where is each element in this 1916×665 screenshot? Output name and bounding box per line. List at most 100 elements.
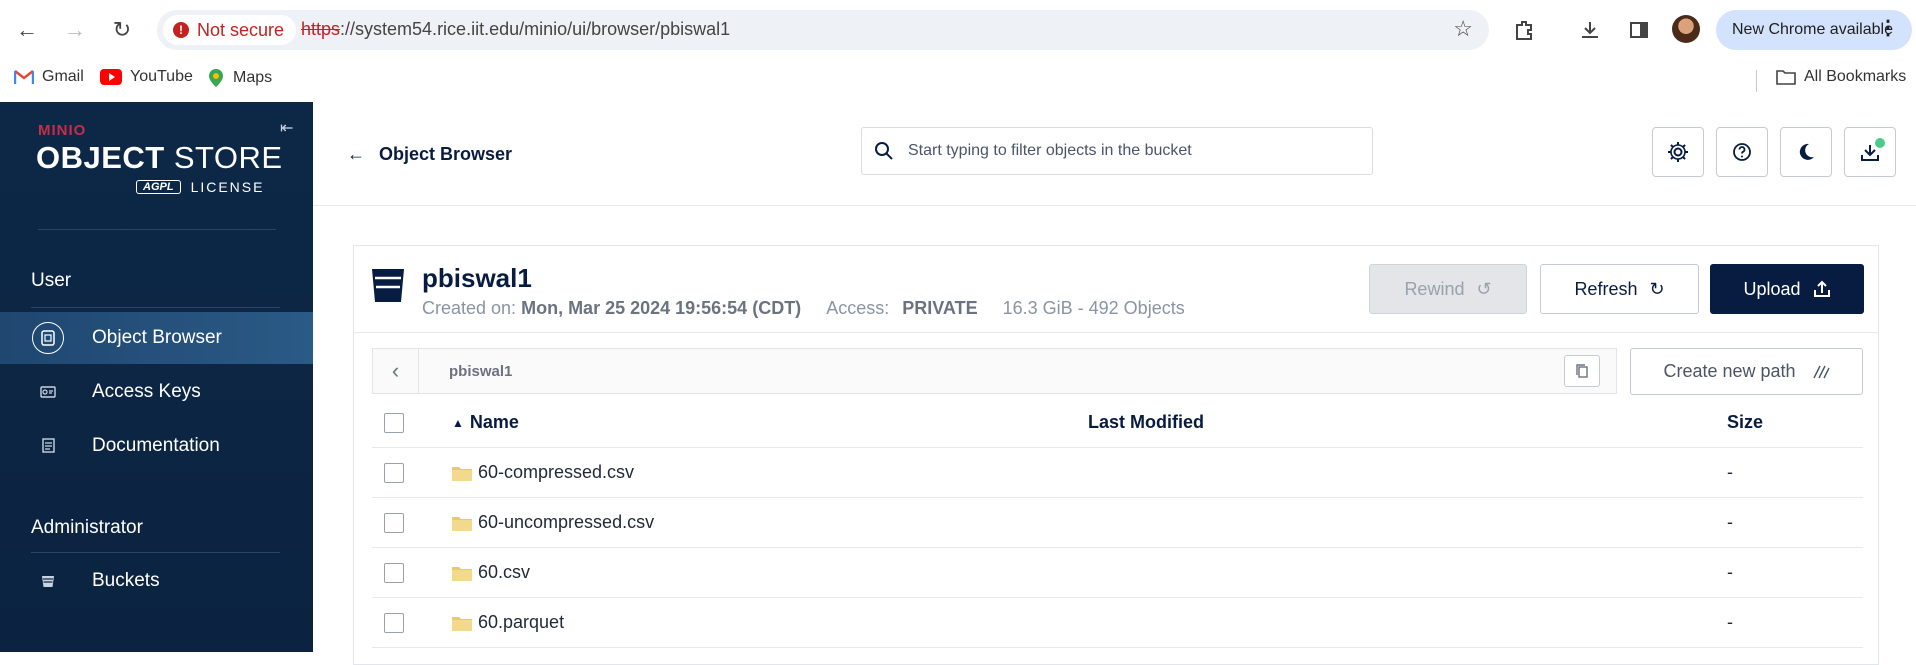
license-label: LICENSE <box>190 179 265 195</box>
bookmark-star-icon[interactable]: ☆ <box>1453 16 1473 42</box>
folder-outline-icon <box>1776 70 1796 85</box>
bookmark-youtube[interactable]: YouTube <box>100 68 193 86</box>
help-button[interactable] <box>1716 127 1768 177</box>
folder-icon <box>452 566 472 581</box>
sidebar-item-buckets[interactable]: Buckets <box>0 555 313 607</box>
access-keys-icon <box>32 376 64 408</box>
table-header: ▲ Name Last Modified Size <box>372 398 1863 448</box>
browser-toolbar: ← → ↻ ! Not secure https://system54.rice… <box>0 0 1916 60</box>
back-to-object-browser[interactable]: ← Object Browser <box>347 144 512 165</box>
more-menu-icon[interactable]: ⋮ <box>1878 18 1898 38</box>
minio-logo: MINIO <box>38 122 87 139</box>
youtube-icon <box>100 69 122 85</box>
buckets-icon <box>32 565 64 597</box>
dark-mode-icon <box>1799 143 1814 160</box>
folder-icon <box>452 516 472 531</box>
column-name[interactable]: ▲ Name <box>452 412 519 433</box>
documentation-icon <box>32 430 64 462</box>
chrome-update-button[interactable]: New Chrome available ⋮ <box>1716 10 1912 50</box>
download-icon[interactable] <box>1574 14 1606 46</box>
not-secure-label: Not secure <box>197 19 285 40</box>
sidebar-item-label: Object Browser <box>92 327 222 348</box>
dark-mode-button[interactable] <box>1780 127 1832 177</box>
rewind-icon: ↺ <box>1476 278 1492 299</box>
url-scheme: https <box>301 19 341 39</box>
upload-label: Upload <box>1743 278 1801 299</box>
sidebar-item-label: Access Keys <box>92 381 201 402</box>
forward-arrow-icon[interactable]: → <box>59 14 91 46</box>
sidebar-item-access-keys[interactable]: Access Keys <box>0 366 313 418</box>
back-arrow-icon[interactable]: ← <box>11 14 43 46</box>
sidebar-item-documentation[interactable]: Documentation <box>0 420 313 472</box>
logo-divider <box>38 229 276 230</box>
sidebar-item-label: Buckets <box>92 570 160 591</box>
refresh-icon: ↻ <box>1649 278 1665 299</box>
column-size[interactable]: Size <box>1727 412 1763 433</box>
copy-path-button[interactable] <box>1564 355 1600 387</box>
row-size: - <box>1727 612 1733 632</box>
profile-avatar[interactable] <box>1672 15 1700 43</box>
upload-icon <box>1813 280 1830 297</box>
sidebar-item-object-browser[interactable]: Object Browser <box>0 312 313 364</box>
product-name-rest: STORE <box>164 140 283 175</box>
bookmarks-divider <box>1756 70 1757 92</box>
refresh-button[interactable]: Refresh ↻ <box>1540 264 1699 314</box>
objects-table: ▲ Name Last Modified Size 60-compressed.c… <box>372 398 1863 648</box>
new-path-icon <box>1812 365 1830 378</box>
table-row[interactable]: 60-compressed.csv - <box>372 448 1863 498</box>
section-administrator: Administrator <box>31 517 143 538</box>
all-bookmarks-label: All Bookmarks <box>1804 68 1907 85</box>
back-link-label: Object Browser <box>379 144 513 164</box>
row-checkbox[interactable] <box>384 512 404 533</box>
section-user: User <box>31 270 72 291</box>
upload-button[interactable]: Upload <box>1710 264 1864 314</box>
search-icon <box>875 142 893 160</box>
path-back-button[interactable]: ‹ <box>373 349 419 393</box>
object-browser-icon <box>32 322 64 354</box>
row-name-label: 60.csv <box>478 562 531 582</box>
row-name-label: 60.parquet <box>478 612 565 632</box>
object-filter-search[interactable]: Start typing to filter objects in the bu… <box>861 127 1373 175</box>
update-label: New Chrome available <box>1732 21 1893 38</box>
copy-icon <box>1576 364 1588 378</box>
settings-icon <box>1668 142 1688 162</box>
downloads-button[interactable] <box>1844 127 1896 177</box>
bookmark-gmail[interactable]: Gmail <box>14 68 84 86</box>
back-arrow-icon: ← <box>347 144 365 164</box>
bucket-usage: 16.3 GiB - 492 Objects <box>1002 298 1185 318</box>
notification-dot <box>1875 138 1885 148</box>
bookmark-label: Gmail <box>42 68 84 85</box>
folder-icon <box>452 466 472 481</box>
row-checkbox[interactable] <box>384 562 404 583</box>
folder-icon <box>452 616 472 631</box>
breadcrumb-path[interactable]: pbiswal1 <box>449 363 512 380</box>
settings-button[interactable] <box>1652 127 1704 177</box>
help-icon <box>1733 143 1751 161</box>
extensions-icon[interactable] <box>1508 14 1540 46</box>
row-checkbox[interactable] <box>384 612 404 633</box>
rewind-button[interactable]: Rewind ↺ <box>1369 264 1527 314</box>
bucket-name: pbiswal1 <box>422 263 532 293</box>
panel-divider <box>354 332 1878 333</box>
refresh-label: Refresh <box>1574 278 1638 299</box>
reload-icon[interactable]: ↻ <box>106 14 138 46</box>
collapse-sidebar-icon[interactable]: ⇤ <box>280 118 293 138</box>
row-name-label: 60-uncompressed.csv <box>478 512 655 532</box>
bookmark-maps[interactable]: Maps <box>207 68 272 88</box>
url-text[interactable]: https://system54.rice.iit.edu/minio/ui/b… <box>301 19 730 40</box>
security-chip[interactable]: ! Not secure <box>163 15 297 45</box>
product-name-bold: OBJECT <box>36 140 165 175</box>
all-bookmarks[interactable]: All Bookmarks <box>1776 68 1906 86</box>
address-bar[interactable]: ! Not secure https://system54.rice.iit.e… <box>157 10 1489 50</box>
create-path-label: Create new path <box>1663 361 1796 381</box>
table-row[interactable]: 60-uncompressed.csv - <box>372 498 1863 548</box>
select-all-checkbox[interactable] <box>384 412 404 433</box>
column-last-modified[interactable]: Last Modified <box>1088 412 1204 433</box>
row-size: - <box>1727 512 1733 532</box>
create-new-path-button[interactable]: Create new path <box>1630 348 1863 395</box>
table-row[interactable]: 60.csv - <box>372 548 1863 598</box>
license-badge: AGPL LICENSE <box>136 179 264 195</box>
table-row[interactable]: 60.parquet - <box>372 598 1863 648</box>
side-panel-icon[interactable] <box>1623 14 1655 46</box>
row-checkbox[interactable] <box>384 462 404 483</box>
